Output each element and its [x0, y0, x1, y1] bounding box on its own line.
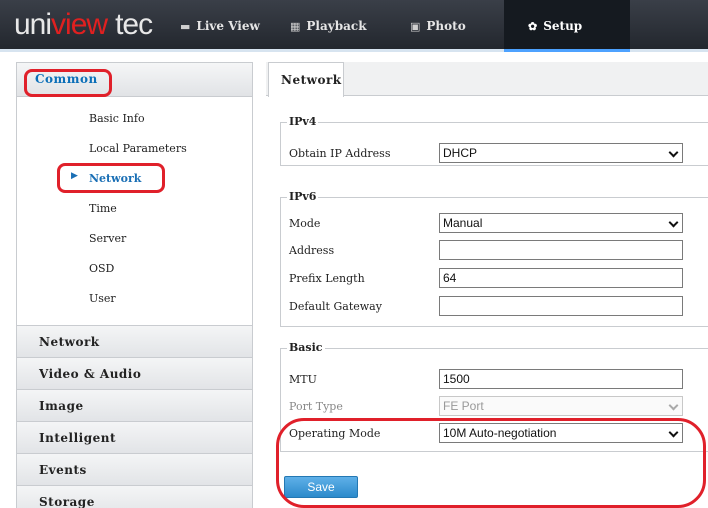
highlight-common — [24, 69, 112, 97]
tab-network-label: Network — [281, 73, 342, 87]
obtain-ip-label: Obtain IP Address — [289, 147, 391, 160]
nav-photo[interactable]: ▣ Photo — [410, 0, 480, 52]
sidebar-item-user[interactable]: User — [17, 283, 252, 313]
sidebar-section-network[interactable]: Network — [17, 325, 252, 357]
sidebar-section-label: Video & Audio — [39, 367, 142, 381]
obtain-ip-select[interactable]: DHCP — [439, 143, 683, 163]
highlight-operating-mode — [276, 418, 706, 508]
prefix-length-label: Prefix Length — [289, 272, 365, 285]
address-row: Address — [289, 240, 708, 262]
address-input[interactable] — [439, 240, 683, 260]
mtu-input[interactable]: 1500 — [439, 369, 683, 389]
sidebar-item-osd[interactable]: OSD — [17, 253, 252, 283]
sidebar-item-server[interactable]: Server — [17, 223, 252, 253]
address-label: Address — [289, 244, 335, 257]
port-type-row: Port Type FE Port — [289, 396, 708, 418]
mode-row: Mode Manual — [289, 213, 708, 235]
sidebar-item-local-parameters[interactable]: Local Parameters — [17, 133, 252, 163]
nav-playback-label: Playback — [306, 19, 367, 33]
mode-select[interactable]: Manual — [439, 213, 683, 233]
sidebar-section-label: Storage — [39, 495, 95, 508]
tab-network[interactable]: Network — [268, 62, 344, 97]
ipv4-group: IPv4 Obtain IP Address DHCP — [280, 115, 708, 166]
nav-live-view-label: Live View — [196, 19, 260, 33]
sidebar-section-storage[interactable]: Storage — [17, 485, 252, 508]
sidebar-section-video-audio[interactable]: Video & Audio — [17, 357, 252, 389]
sidebar-item-label: User — [89, 292, 116, 305]
ipv6-group: IPv6 Mode Manual Address Prefix Length 6… — [280, 190, 708, 327]
sidebar-section-label: Events — [39, 463, 87, 477]
monitor-icon: ▬ — [180, 19, 191, 33]
settings-sidebar: Common Basic Info Local Parameters ▶ Netw… — [16, 62, 253, 508]
sidebar-item-label: Local Parameters — [89, 142, 187, 155]
nav-setup-label: Setup — [543, 19, 583, 33]
sidebar-section-events[interactable]: Events — [17, 453, 252, 485]
mtu-label: MTU — [289, 373, 317, 386]
logo-text-uni: uni — [14, 8, 52, 41]
basic-legend: Basic — [287, 341, 325, 354]
prefix-length-input[interactable]: 64 — [439, 268, 683, 288]
nav-live-view[interactable]: ▬ Live View — [180, 0, 270, 52]
sidebar-section-label: Image — [39, 399, 84, 413]
sidebar-item-label: Basic Info — [89, 112, 145, 125]
sidebar-section-image[interactable]: Image — [17, 389, 252, 421]
sidebar-section-label: Intelligent — [39, 431, 116, 445]
sidebar-item-basic-info[interactable]: Basic Info — [17, 103, 252, 133]
sidebar-item-label: Time — [89, 202, 117, 215]
photo-icon: ▣ — [410, 19, 421, 33]
ipv6-legend: IPv6 — [287, 190, 319, 203]
brand-logo: uni view tec — [14, 6, 153, 44]
nav-photo-label: Photo — [426, 19, 466, 33]
prefix-length-row: Prefix Length 64 — [289, 268, 708, 290]
sidebar-item-label: Server — [89, 232, 127, 245]
tab-bar: Network — [266, 62, 708, 97]
gear-icon: ✿ — [528, 19, 538, 33]
port-type-select: FE Port — [439, 396, 683, 416]
nav-setup[interactable]: ✿ Setup — [504, 0, 630, 52]
logo-text-tec: tec — [115, 8, 153, 41]
default-gateway-input[interactable] — [439, 296, 683, 316]
highlight-network-item — [57, 163, 165, 193]
obtain-ip-row: Obtain IP Address DHCP — [289, 143, 708, 165]
sidebar-section-intelligent[interactable]: Intelligent — [17, 421, 252, 453]
mode-label: Mode — [289, 217, 321, 230]
default-gateway-row: Default Gateway — [289, 296, 708, 318]
sidebar-section-label: Network — [39, 335, 100, 349]
logo-text-view: view — [51, 8, 108, 41]
film-icon: ▦ — [290, 19, 301, 33]
default-gateway-label: Default Gateway — [289, 300, 382, 313]
nav-playback[interactable]: ▦ Playback — [290, 0, 380, 52]
sidebar-item-label: OSD — [89, 262, 115, 275]
top-navigation-bar: uni view tec ▬ Live View ▦ Playback ▣ Phot… — [0, 0, 708, 52]
port-type-label: Port Type — [289, 400, 343, 413]
sidebar-item-time[interactable]: Time — [17, 193, 252, 223]
mtu-row: MTU 1500 — [289, 369, 708, 391]
ipv4-legend: IPv4 — [287, 115, 319, 128]
